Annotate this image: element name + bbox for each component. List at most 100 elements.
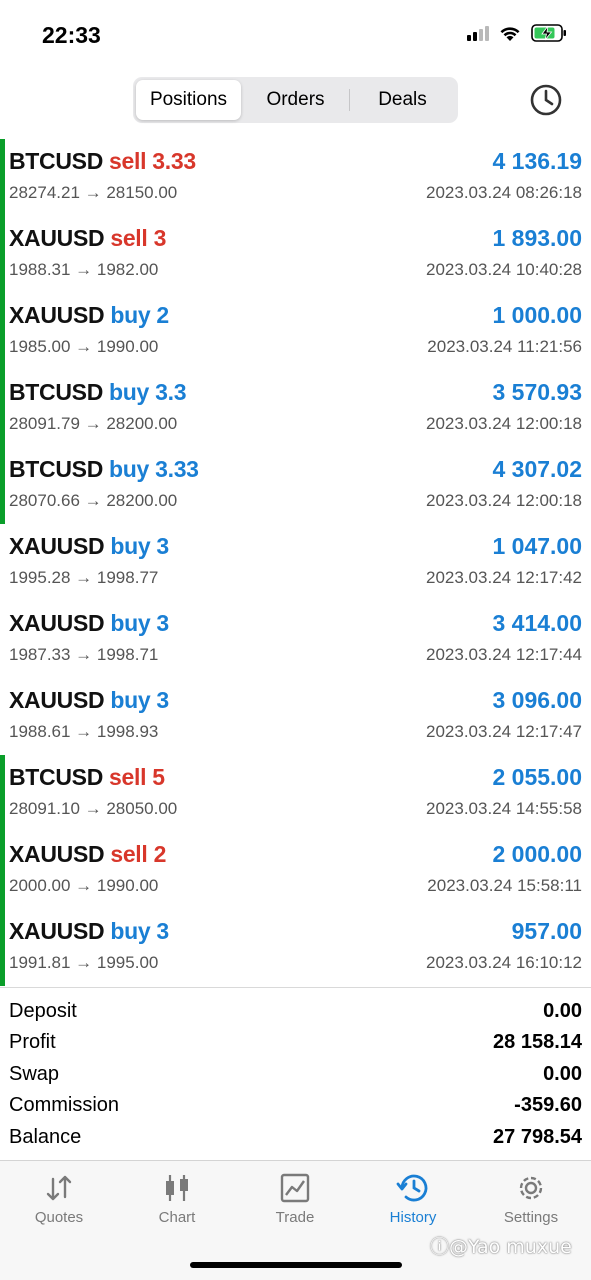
deal-row[interactable]: BTCUSD sell 3.33 4 136.19 28274.21 → 28150.… xyxy=(0,139,591,216)
deal-title: XAUUSD buy 3 xyxy=(9,687,169,714)
deal-time: 2023.03.24 16:10:12 xyxy=(426,953,582,972)
home-indicator xyxy=(190,1262,402,1268)
deal-side: sell 3.33 xyxy=(109,148,196,174)
tab-trade-label: Trade xyxy=(275,1209,315,1226)
deal-marker xyxy=(0,370,5,447)
tab-settings-label: Settings xyxy=(503,1209,559,1226)
deal-row[interactable]: BTCUSD sell 5 2 055.00 28091.10 → 28050.00 2… xyxy=(0,755,591,832)
deal-profit: 4 307.02 xyxy=(492,456,582,482)
summary-value: 27 798.54 xyxy=(493,1125,582,1148)
deal-symbol: XAUUSD xyxy=(9,225,105,251)
summary-panel: Deposit 0.00 Profit 28 158.14 Swap 0.00 Commis… xyxy=(0,997,591,1154)
deal-row[interactable]: XAUUSD buy 3 3 096.00 1988.61 → 1998.93 2023… xyxy=(0,678,591,755)
deal-title: XAUUSD sell 2 xyxy=(9,841,166,868)
deal-time: 2023.03.24 15:58:11 xyxy=(427,876,582,895)
summary-value: 0.00 xyxy=(543,1062,582,1085)
tab-quotes-label: Quotes xyxy=(34,1209,84,1226)
status-time: 22:33 xyxy=(42,22,101,48)
deal-row[interactable]: XAUUSD buy 3 957.00 1991.81 → 1995.00 2023.0… xyxy=(0,909,591,986)
tab-chart-label: Chart xyxy=(158,1209,196,1226)
summary-divider xyxy=(0,987,591,988)
deal-profit: 4 136.19 xyxy=(492,148,582,174)
deal-row[interactable]: XAUUSD sell 3 1 893.00 1988.31 → 1982.00 202… xyxy=(0,216,591,293)
deal-prices: 28070.66 → 28200.00 xyxy=(9,491,178,510)
deal-symbol: BTCUSD xyxy=(9,148,104,174)
deal-side: buy 3 xyxy=(110,533,169,559)
tab-trade[interactable]: Trade xyxy=(236,1173,354,1243)
tab-history-label: History xyxy=(389,1209,437,1226)
deal-time: 2023.03.24 12:17:44 xyxy=(426,645,582,664)
deal-symbol: XAUUSD xyxy=(9,841,105,867)
status-icons xyxy=(467,24,567,42)
summary-value: -359.60 xyxy=(514,1094,582,1117)
deal-symbol: XAUUSD xyxy=(9,302,105,328)
deal-time: 2023.03.24 12:00:18 xyxy=(426,414,582,433)
deal-side: sell 2 xyxy=(110,841,167,867)
deal-time: 2023.03.24 11:21:56 xyxy=(427,337,582,356)
trade-icon xyxy=(280,1173,310,1203)
deal-prices: 28091.79 → 28200.00 xyxy=(9,414,178,433)
deal-side: buy 3.3 xyxy=(109,379,187,405)
quotes-icon xyxy=(46,1175,72,1201)
deal-title: XAUUSD buy 3 xyxy=(9,610,169,637)
deal-symbol: BTCUSD xyxy=(9,456,104,482)
deal-title: BTCUSD buy 3.33 xyxy=(9,456,199,483)
tab-quotes[interactable]: Quotes xyxy=(0,1173,118,1243)
deal-prices: 1991.81 → 1995.00 xyxy=(9,953,159,972)
deal-time: 2023.03.24 12:17:42 xyxy=(426,568,582,587)
deal-side: buy 3 xyxy=(110,610,169,636)
deal-row[interactable]: XAUUSD sell 2 2 000.00 2000.00 → 1990.00 202… xyxy=(0,832,591,909)
deal-prices: 1988.61 → 1998.93 xyxy=(9,722,159,741)
deal-profit: 3 570.93 xyxy=(492,379,582,405)
deal-title: BTCUSD buy 3.3 xyxy=(9,379,186,406)
summary-row: Commission -359.60 xyxy=(0,1091,591,1122)
tab-orders[interactable]: Orders xyxy=(243,80,348,120)
deal-symbol: BTCUSD xyxy=(9,379,104,405)
deal-row[interactable]: XAUUSD buy 2 1 000.00 1985.00 → 1990.00 2023… xyxy=(0,293,591,370)
deal-title: XAUUSD buy 3 xyxy=(9,533,169,560)
deal-side: buy 3 xyxy=(110,918,169,944)
summary-value: 28 158.14 xyxy=(493,1031,582,1054)
deal-row[interactable]: XAUUSD buy 3 1 047.00 1995.28 → 1998.77 2023… xyxy=(0,524,591,601)
deal-profit: 2 000.00 xyxy=(492,841,582,867)
deal-prices: 1985.00 → 1990.00 xyxy=(9,337,159,356)
deals-list: BTCUSD sell 3.33 4 136.19 28274.21 → 28150.… xyxy=(0,139,591,986)
deal-row[interactable]: BTCUSD buy 3.3 3 570.93 28091.79 → 28200.00… xyxy=(0,370,591,447)
summary-label: Balance xyxy=(9,1125,82,1148)
deal-time: 2023.03.24 12:00:18 xyxy=(426,491,582,510)
history-segmented-control: Positions Orders Deals xyxy=(133,77,458,123)
deal-profit: 957.00 xyxy=(511,918,582,944)
tab-chart[interactable]: Chart xyxy=(118,1173,236,1243)
deal-profit: 1 000.00 xyxy=(492,302,582,328)
deal-prices: 28091.10 → 28050.00 xyxy=(9,799,178,818)
summary-row: Swap 0.00 xyxy=(0,1060,591,1091)
deal-symbol: XAUUSD xyxy=(9,533,105,559)
deal-row[interactable]: BTCUSD buy 3.33 4 307.02 28070.66 → 28200.0… xyxy=(0,447,591,524)
battery-charging-icon xyxy=(531,24,566,42)
deal-title: XAUUSD sell 3 xyxy=(9,225,166,252)
deal-symbol: BTCUSD xyxy=(9,764,104,790)
deal-title: XAUUSD buy 3 xyxy=(9,918,169,945)
tab-deals[interactable]: Deals xyxy=(350,80,455,120)
summary-label: Profit xyxy=(9,1031,56,1054)
deal-marker xyxy=(0,909,5,986)
watermark: ⓘ@Yao muxue xyxy=(430,1236,572,1258)
summary-row: Profit 28 158.14 xyxy=(0,1028,591,1059)
deal-title: XAUUSD buy 2 xyxy=(9,302,169,329)
deal-side: buy 2 xyxy=(110,302,169,328)
deal-marker xyxy=(0,139,5,216)
deal-symbol: XAUUSD xyxy=(9,687,105,713)
deal-row[interactable]: XAUUSD buy 3 3 414.00 1987.33 → 1998.71 2023… xyxy=(0,601,591,678)
deal-prices: 1988.31 → 1982.00 xyxy=(9,260,159,279)
period-clock-icon[interactable] xyxy=(528,82,564,118)
deal-profit: 2 055.00 xyxy=(492,764,582,790)
tab-positions[interactable]: Positions xyxy=(136,80,241,120)
deal-side: buy 3.33 xyxy=(109,456,199,482)
deal-symbol: XAUUSD xyxy=(9,918,105,944)
summary-row: Deposit 0.00 xyxy=(0,997,591,1028)
deal-profit: 3 414.00 xyxy=(492,610,582,636)
summary-value: 0.00 xyxy=(543,1000,582,1022)
cellular-signal-icon xyxy=(467,25,489,41)
deal-prices: 2000.00 → 1990.00 xyxy=(9,876,159,895)
deal-title: BTCUSD sell 3.33 xyxy=(9,148,196,175)
